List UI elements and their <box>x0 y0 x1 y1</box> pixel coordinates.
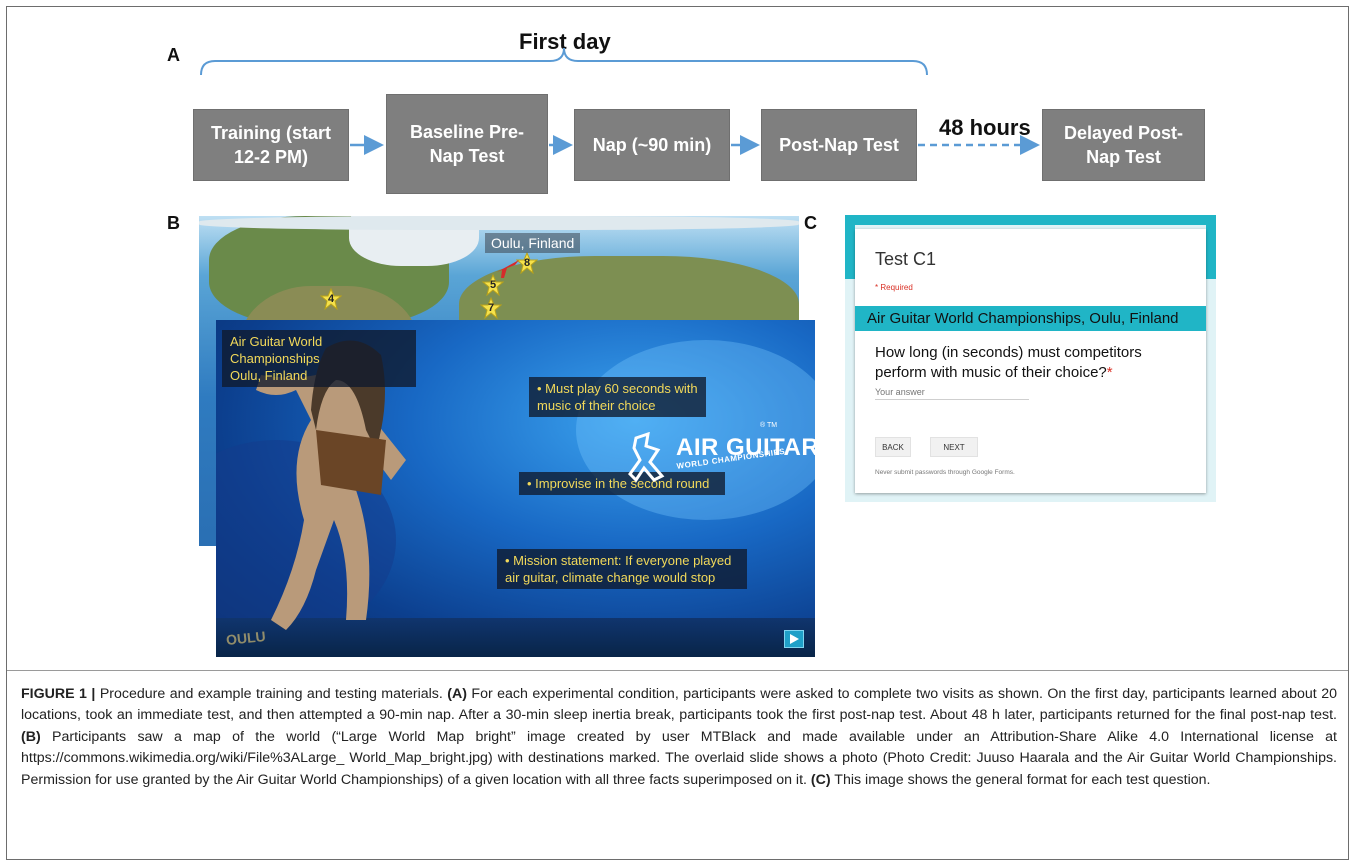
flow-arrows <box>350 135 1040 155</box>
slide-fact-3: • Mission statement: If everyone played … <box>497 549 747 589</box>
form-accent-right <box>1206 225 1216 279</box>
caption-marker-b: (B) <box>21 728 41 745</box>
plane-icon <box>497 260 519 278</box>
form-question-text: How long (in seconds) must competitors p… <box>875 344 1142 381</box>
logo-trademark: ® TM <box>760 422 778 429</box>
training-slide: Air Guitar World Championships Oulu, Fin… <box>216 320 815 657</box>
slide-fact-1: • Must play 60 seconds with music of the… <box>529 377 706 417</box>
guitar-figure-icon <box>628 432 665 483</box>
map-pin-4: 4 <box>327 293 335 305</box>
panel-label-b: B <box>167 213 180 233</box>
next-button[interactable]: NEXT <box>930 437 978 457</box>
form-accent-left <box>845 225 855 279</box>
air-guitar-logo: ® TM AIR GUITAR WORLD CHAMPIONSHIPS <box>628 422 815 488</box>
back-button[interactable]: BACK <box>875 437 911 457</box>
required-asterisk: * <box>1106 364 1113 381</box>
test-form-card: Test C1 * Required Air Guitar World Cham… <box>855 229 1206 493</box>
caption-marker-c: (C) <box>810 771 831 788</box>
figure-frame: A First day Training (start 12-2 PM) Bas… <box>6 6 1349 860</box>
map-location-label: Oulu, Finland <box>485 233 581 253</box>
answer-input[interactable] <box>875 385 1029 400</box>
caption-divider <box>7 670 1348 671</box>
caption-figure-label: FIGURE 1 <box>21 686 87 702</box>
form-question: How long (in seconds) must competitors p… <box>875 343 1195 383</box>
figure-caption: FIGURE 1 | Procedure and example trainin… <box>21 684 1337 791</box>
form-required-note: * Required <box>875 283 913 292</box>
caption-text-c: This image shows the general format for … <box>830 771 1211 788</box>
form-title: Test C1 <box>875 249 937 269</box>
caption-separator: | <box>86 686 100 702</box>
form-section-title: Air Guitar World Championships, Oulu, Fi… <box>855 306 1206 331</box>
caption-intro: Procedure and example training and testi… <box>99 686 448 702</box>
form-accent-bar <box>845 215 1216 225</box>
form-footer-note: Never submit passwords through Google Fo… <box>875 469 1015 476</box>
play-icon[interactable] <box>784 630 804 648</box>
map-pin-7: 7 <box>487 302 495 314</box>
caption-marker-a: (A) <box>447 686 467 702</box>
slide-title: Air Guitar World Championships Oulu, Fin… <box>222 330 416 387</box>
panel-label-c: C <box>804 213 817 233</box>
